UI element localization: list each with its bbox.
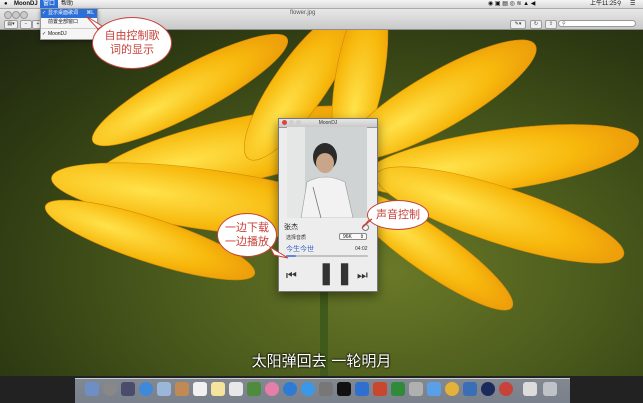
moondj-icon[interactable] bbox=[481, 382, 495, 396]
share-icon[interactable]: ⇪ bbox=[545, 20, 557, 29]
notes-icon[interactable] bbox=[211, 382, 225, 396]
clock: 上午11:25 bbox=[590, 1, 617, 7]
album-cover bbox=[287, 127, 367, 218]
callout-text: 声音控制 bbox=[376, 208, 420, 221]
chevron-down-icon: ⇕ bbox=[359, 234, 364, 240]
xcode-icon[interactable] bbox=[463, 382, 477, 396]
status-icons: ◉ ▣ ▤ ◎ ≋ ▲ ◀ bbox=[488, 1, 536, 7]
callout-pointer bbox=[85, 15, 103, 30]
app-icon[interactable] bbox=[499, 382, 513, 396]
app-icon[interactable] bbox=[409, 382, 423, 396]
callout-text: 一边下载 bbox=[225, 221, 269, 234]
next-icon[interactable]: ⏭ bbox=[357, 268, 368, 283]
itunes-icon[interactable] bbox=[283, 382, 297, 396]
menu-item-label: 前置全部窗口 bbox=[48, 19, 79, 25]
finder-icon[interactable] bbox=[85, 382, 99, 396]
maps-icon[interactable] bbox=[247, 382, 261, 396]
previous-icon[interactable]: ⏮ bbox=[286, 268, 297, 283]
zoom-out-icon[interactable]: − bbox=[20, 20, 32, 29]
dock bbox=[75, 378, 570, 403]
launchpad-icon[interactable] bbox=[103, 382, 117, 396]
menu-window[interactable]: 窗口 bbox=[40, 0, 59, 8]
callout-volume-control: 声音控制 bbox=[367, 200, 429, 230]
app-icon[interactable] bbox=[427, 382, 441, 396]
calendar-icon[interactable] bbox=[193, 382, 207, 396]
player-title: MoonDJ bbox=[318, 120, 338, 126]
player-zoom-button[interactable] bbox=[296, 120, 301, 125]
annotate-icon[interactable]: ✎▾ bbox=[510, 20, 526, 29]
callout-lyrics-control: 自由控制歌 词的显示 bbox=[92, 17, 172, 69]
reminders-icon[interactable] bbox=[229, 382, 243, 396]
contacts-icon[interactable] bbox=[175, 382, 189, 396]
callout-text: 词的显示 bbox=[110, 43, 154, 56]
sidebar-toggle-button[interactable]: ▤▾ bbox=[4, 20, 18, 29]
menu-item-label: 显示桌面歌词 bbox=[48, 10, 79, 16]
system-preferences-icon[interactable] bbox=[319, 382, 333, 396]
artist-name: 张杰 bbox=[284, 224, 298, 231]
documents-stack-icon[interactable] bbox=[523, 382, 537, 396]
progress-track[interactable] bbox=[286, 255, 368, 257]
player-close-button[interactable] bbox=[282, 120, 287, 125]
mail-icon[interactable] bbox=[157, 382, 171, 396]
window-title: flower.jpg bbox=[290, 10, 316, 16]
minimize-window-button[interactable] bbox=[12, 11, 20, 19]
powerpoint-icon[interactable] bbox=[373, 382, 387, 396]
word-icon[interactable] bbox=[355, 382, 369, 396]
quality-value: 96K bbox=[343, 234, 352, 240]
callout-pointer bbox=[361, 218, 373, 229]
spotlight-icon[interactable]: ⚲ bbox=[617, 0, 621, 8]
menu-item-moondj[interactable]: ✓ MoonDJ bbox=[41, 30, 97, 39]
zoom-window-button[interactable] bbox=[20, 11, 28, 19]
trash-icon[interactable] bbox=[543, 382, 557, 396]
callout-text: 一边播放 bbox=[225, 235, 269, 248]
search-input[interactable]: ⚲ bbox=[558, 20, 636, 27]
menu-item-label: MoonDJ bbox=[48, 31, 67, 37]
song-duration: 04:02 bbox=[355, 246, 368, 252]
photos-icon[interactable] bbox=[265, 382, 279, 396]
mission-control-icon[interactable] bbox=[121, 382, 135, 396]
desktop-lyrics: 太阳弹回去 一轮明月 bbox=[251, 352, 392, 370]
check-icon: ✓ bbox=[42, 31, 47, 37]
check-icon: ✓ bbox=[42, 10, 47, 16]
quality-label: 选择音质 bbox=[286, 235, 307, 241]
terminal-icon[interactable] bbox=[337, 382, 351, 396]
safari-icon[interactable] bbox=[139, 382, 153, 396]
rotate-icon[interactable]: ↻ bbox=[530, 20, 542, 29]
pause-icon[interactable]: ❚❚ bbox=[317, 262, 354, 284]
player-minimize-button[interactable] bbox=[289, 120, 294, 125]
quality-select[interactable]: 96K ⇕ bbox=[339, 233, 367, 240]
menu-help[interactable]: 帮助 bbox=[61, 0, 73, 8]
app-store-icon[interactable] bbox=[301, 382, 315, 396]
callout-pointer bbox=[268, 245, 289, 259]
apple-icon[interactable]: ● bbox=[4, 0, 8, 8]
notification-icon[interactable]: ☰ bbox=[630, 0, 635, 8]
excel-icon[interactable] bbox=[391, 382, 405, 396]
close-window-button[interactable] bbox=[4, 11, 12, 19]
menu-app-name[interactable]: MoonDJ bbox=[14, 0, 38, 8]
song-title: 今生今世 bbox=[286, 246, 314, 253]
chrome-icon[interactable] bbox=[445, 382, 459, 396]
callout-text: 自由控制歌 bbox=[104, 29, 160, 42]
